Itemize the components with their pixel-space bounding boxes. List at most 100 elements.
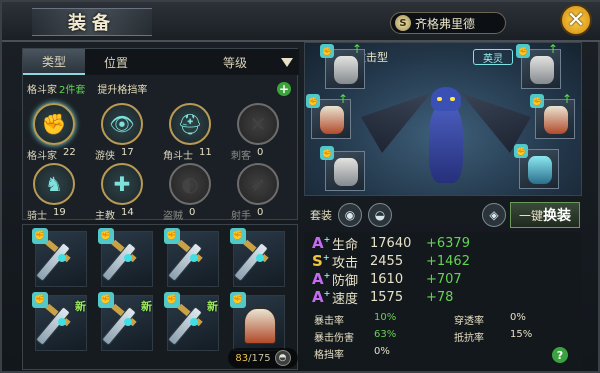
class-filter-fighter[interactable]: ✊ 格斗家 22 [27,103,83,162]
help-icon[interactable]: ? [552,347,568,363]
inventory-item-sword[interactable]: ✊ 新 [98,292,153,351]
upgrade-arrow-icon: ↑ [337,92,348,106]
fist-icon: ✊ [33,103,75,145]
substat-resist: 15% [510,329,533,340]
inventory-item-sword[interactable]: ✊ [164,228,219,287]
inventory-item-sword[interactable]: ✊ [98,228,153,287]
title-plate: 装备 [32,8,152,36]
equip-slot-boots[interactable]: ✊ [514,144,559,189]
stat-row-attack: S+ 攻击 2455 +1462 [312,252,470,271]
equip-slot-helmet[interactable]: ✊ ↑ [306,92,351,139]
inventory-item-sword[interactable]: ✊ 新 [32,292,87,351]
stat-row-hp: A+ 生命 17640 +6379 [312,234,470,253]
fist-class-icon: ✊ [230,228,246,244]
fist-class-icon: ✊ [164,228,180,244]
suit-label: 套装 [310,209,332,222]
substat-penetration-label: 穿透率 [454,316,484,327]
inventory-item-sword[interactable]: ✊ [32,228,87,287]
suit-set-icon[interactable]: ◒ [368,203,392,227]
fist-class-icon: ✊ [32,292,48,308]
bag-icon[interactable]: ◓ [274,350,291,366]
fist-class-icon: ✊ [230,292,246,308]
inventory-max: 175 [251,352,271,364]
crossed-blades-icon: ✕ [237,103,279,145]
suit-set-icon[interactable]: ◉ [338,203,362,227]
class-label: 格斗家 [27,151,57,162]
class-count: 0 [189,207,196,218]
add-filter-button[interactable]: + [277,82,291,96]
stat-name: 速度 [332,291,359,307]
stat-value: 17640 [370,235,412,251]
class-filter-bishop[interactable]: ✚ 主教 14 [95,163,151,222]
class-count: 14 [121,207,134,218]
class-grid: ✊ 格斗家 22 👁 游侠 17 ⛑ 角斗士 11 ✕ 刺客 0 ♞ 骑士 19 ✚ 主教… [23,103,299,222]
class-count: 0 [257,207,264,218]
chevron-down-icon [281,57,293,67]
class-count: 19 [53,207,66,218]
class-label: 骑士 [27,211,47,222]
equip-slot-amulet[interactable]: ✊ ↑ [530,92,575,139]
class-label: 游侠 [95,151,115,162]
close-button[interactable]: ✕ [560,4,592,36]
new-badge: 新 [75,300,86,313]
fist-class-icon: ✊ [516,44,530,58]
fist-class-icon: ✊ [164,292,180,308]
class-filter-rogue[interactable]: ◐ 盗贼 0 [163,163,219,222]
upgrade-arrow-icon: ↑ [351,42,362,56]
class-filter-gladiator[interactable]: ⛑ 角斗士 11 [163,103,219,162]
hero-rank-badge: S [395,15,411,31]
class-filter-ranger[interactable]: 👁 游侠 17 [95,103,151,162]
upgrade-arrow-icon: ↑ [561,92,572,106]
class-filter-assassin[interactable]: ✕ 刺客 0 [231,103,287,162]
stat-name: 防御 [332,273,359,289]
level-sort-label: 等级 [223,55,248,70]
substat-block: 0% [374,346,390,357]
grade-badge: A+ [312,270,331,288]
tab-position[interactable]: 位置 [85,49,147,75]
fist-class-icon: ✊ [320,146,334,160]
stat-value: 1575 [370,289,404,305]
substat-crit-rate: 10% [374,312,397,323]
class-label: 角斗士 [163,151,193,162]
new-badge: 新 [207,300,218,313]
inventory-current: 83 [235,352,249,364]
inventory-item-helmet[interactable]: ✊ [230,292,285,351]
equipment-window: 装备 S 齐格弗里德 ✕ 类型 位置 等级 格斗家 2件套 提升格挡率 + ✊ … [0,0,600,373]
fist-class-icon: ✊ [306,94,320,108]
hero-dragon-portrait [401,83,531,193]
class-filter-knight[interactable]: ♞ 骑士 19 [27,163,83,222]
filter-panel: 类型 位置 等级 格斗家 2件套 提升格挡率 + ✊ 格斗家 22 👁 游侠 17 … [22,48,299,222]
grade-badge: A+ [312,234,331,252]
header-bar: 装备 S 齐格弗里德 ✕ [2,2,600,42]
inventory-item-sword[interactable]: ✊ [230,228,285,287]
fist-class-icon: ✊ [32,228,48,244]
armor-preset-icon[interactable]: ◈ [482,203,506,227]
stat-name: 生命 [332,237,359,253]
hero-selector[interactable]: S 齐格弗里德 [390,12,506,34]
substat-penetration: 0% [510,312,526,323]
one-click-equip-button[interactable]: 一键 换装 [510,202,580,228]
equip-slot-weapon[interactable]: ✊ ↑ [320,43,365,89]
class-filter-archer[interactable]: ➶ 射手 0 [231,163,287,222]
equip-slot-ring[interactable]: ✊ ↑ [516,43,561,89]
class-filter-summary: 格斗家 2件套 提升格挡率 [23,79,299,97]
spirit-button[interactable]: 英灵 [473,49,513,65]
swap-label: 换装 [543,208,571,224]
inventory-item-sword[interactable]: ✊ 新 [164,292,219,351]
tab-type[interactable]: 类型 [23,49,85,75]
equip-slot-armor[interactable]: ✊ [320,146,365,191]
close-icon: ✕ [566,7,586,33]
class-label: 刺客 [231,151,251,162]
level-sort-dropdown[interactable]: 等级 [223,49,293,75]
substat-crit-dmg-label: 暴击伤害 [314,333,354,344]
plus-icon: + [278,82,290,96]
class-count: 17 [121,147,134,158]
filter-class-label: 格斗家 [27,84,57,96]
eye-icon: 👁 [101,103,143,145]
hero-name: 齐格弗里德 [415,16,476,31]
stat-bonus: +6379 [426,235,470,251]
stat-bonus: +78 [426,289,454,305]
stats-panel: A+ 生命 17640 +6379 S+ 攻击 2455 +1462 A+ 防御… [304,232,582,370]
stat-bonus: +707 [426,271,462,287]
class-label: 射手 [231,211,251,222]
